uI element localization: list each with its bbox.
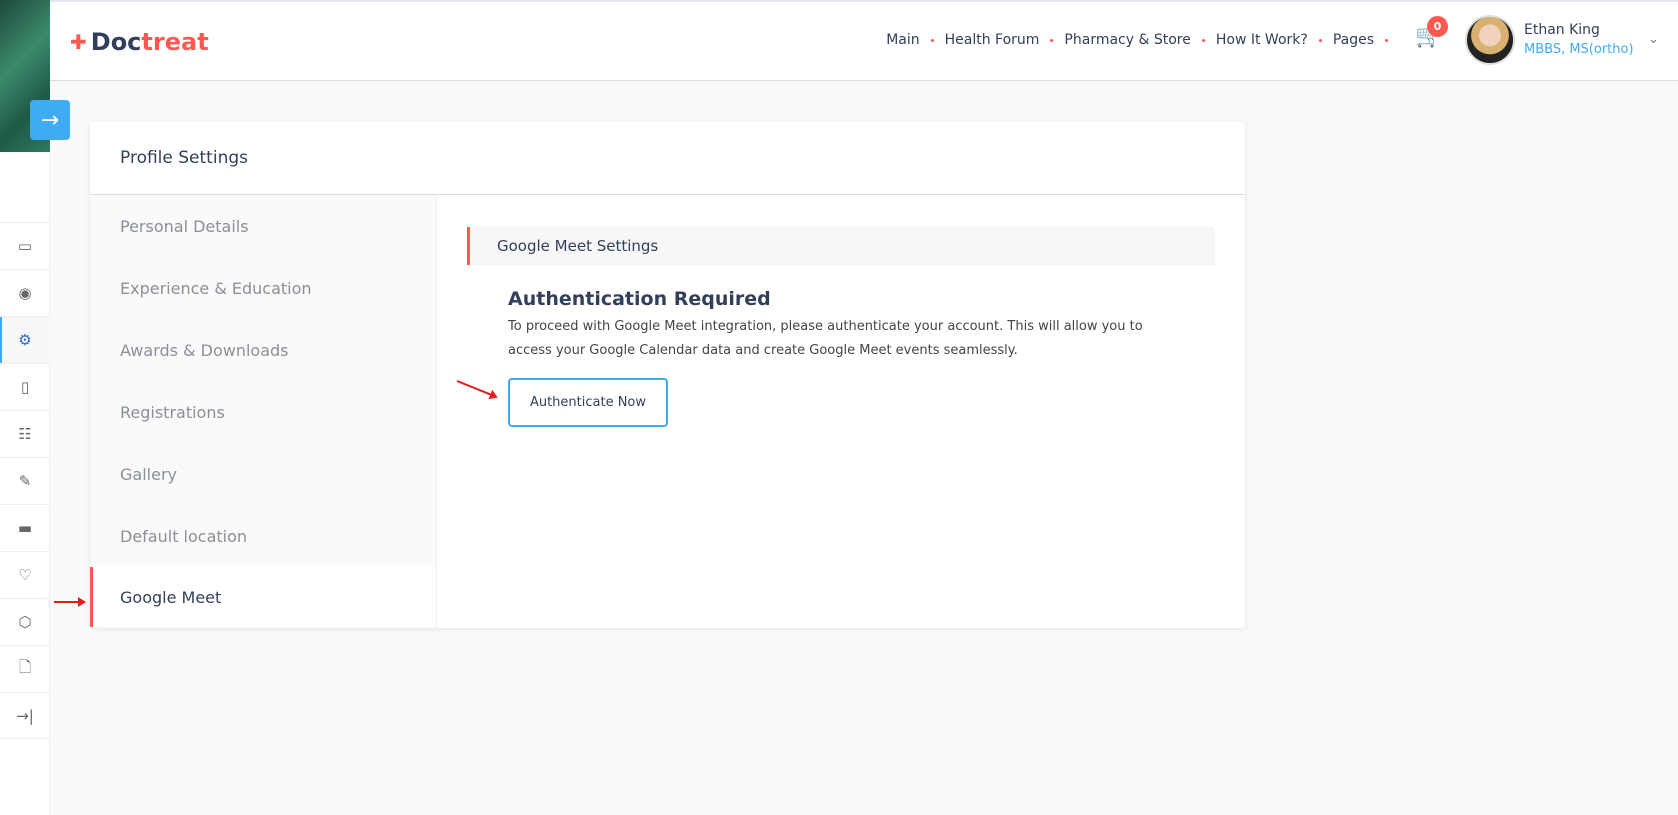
edit-icon: ✎ xyxy=(18,472,32,490)
arrow-right-icon: → xyxy=(40,107,60,133)
sidebar-item-settings[interactable]: ⚙ xyxy=(0,316,50,363)
nav-separator xyxy=(1318,38,1322,42)
header: ✚ Doc treat Main Health Forum Pharmacy & S… xyxy=(50,2,1678,81)
sidebar-item-logout[interactable]: →| xyxy=(0,692,50,739)
sliders-icon: ☷ xyxy=(18,425,32,443)
card-title: Profile Settings xyxy=(90,122,1245,195)
file-icon: 🗋 xyxy=(18,657,32,676)
nav-pages[interactable]: Pages xyxy=(1333,32,1374,48)
box-icon: ⬡ xyxy=(18,613,32,631)
nav-separator xyxy=(1385,38,1388,42)
annotation-arrow xyxy=(54,597,86,607)
sidebar-item-edit[interactable]: ✎ xyxy=(0,457,50,504)
cart-count-badge: 0 xyxy=(1427,16,1448,37)
eye-icon: ◉ xyxy=(18,284,32,302)
nav-how-it-work[interactable]: How It Work? xyxy=(1216,32,1308,48)
sidebar-item-view[interactable]: ◉ xyxy=(0,269,50,316)
menu-awards-downloads[interactable]: Awards & Downloads xyxy=(90,319,436,381)
sidebar-item-favorites[interactable]: ♡ xyxy=(0,551,50,598)
sidebar-item-sliders[interactable]: ☷ xyxy=(0,410,50,457)
expand-sidebar-button[interactable]: → xyxy=(30,100,70,140)
card-icon: ▬ xyxy=(17,519,33,537)
user-role: MBBS, MS(ortho) xyxy=(1524,42,1634,57)
calendar-icon: ▯ xyxy=(20,378,30,396)
menu-google-meet[interactable]: Google Meet xyxy=(90,567,436,627)
user-name[interactable]: Ethan King xyxy=(1524,22,1600,38)
logo[interactable]: ✚ Doc treat xyxy=(70,28,209,56)
nav-health-forum[interactable]: Health Forum xyxy=(945,32,1040,48)
nav-separator xyxy=(930,38,934,42)
menu-experience-education[interactable]: Experience & Education xyxy=(90,257,436,319)
menu-registrations[interactable]: Registrations xyxy=(90,381,436,443)
nav-main[interactable]: Main xyxy=(886,32,919,48)
menu-default-location[interactable]: Default location xyxy=(90,505,436,567)
menu-gallery[interactable]: Gallery xyxy=(90,443,436,505)
gear-icon: ⚙ xyxy=(18,331,32,349)
profile-settings-card: Profile Settings Personal Details Experi… xyxy=(90,122,1245,628)
nav-separator xyxy=(1201,38,1205,42)
chevron-down-icon[interactable]: ⌄ xyxy=(1648,32,1659,47)
logo-text-1: Doc xyxy=(90,28,142,56)
sidebar-item-packages[interactable]: ⬡ xyxy=(0,598,50,645)
section-title: Google Meet Settings xyxy=(467,227,1215,265)
authenticate-now-button[interactable]: Authenticate Now xyxy=(508,378,668,427)
nav-separator xyxy=(1050,38,1054,42)
medical-cross-icon: ✚ xyxy=(70,30,87,54)
settings-menu: Personal Details Experience & Education … xyxy=(90,195,437,628)
menu-personal-details[interactable]: Personal Details xyxy=(90,195,436,257)
nav-pharmacy[interactable]: Pharmacy & Store xyxy=(1064,32,1190,48)
sidebar-item-payment[interactable]: ▬ xyxy=(0,504,50,551)
sidebar-item-documents[interactable]: 🗋 xyxy=(0,645,50,692)
google-meet-panel: Google Meet Settings Authentication Requ… xyxy=(438,195,1245,505)
auth-heading: Authentication Required xyxy=(508,288,771,310)
avatar[interactable] xyxy=(1465,15,1515,65)
monitor-icon: ▭ xyxy=(17,237,33,255)
sidebar-item-calendar[interactable]: ▯ xyxy=(0,363,50,410)
auth-description: To proceed with Google Meet integration,… xyxy=(508,319,1143,358)
main-nav: Main Health Forum Pharmacy & Store How I… xyxy=(875,32,1388,48)
heart-icon: ♡ xyxy=(18,566,32,584)
logout-icon: →| xyxy=(16,706,34,725)
logo-text-2: treat xyxy=(141,28,209,56)
sidebar-item-dashboard[interactable]: ▭ xyxy=(0,222,50,269)
